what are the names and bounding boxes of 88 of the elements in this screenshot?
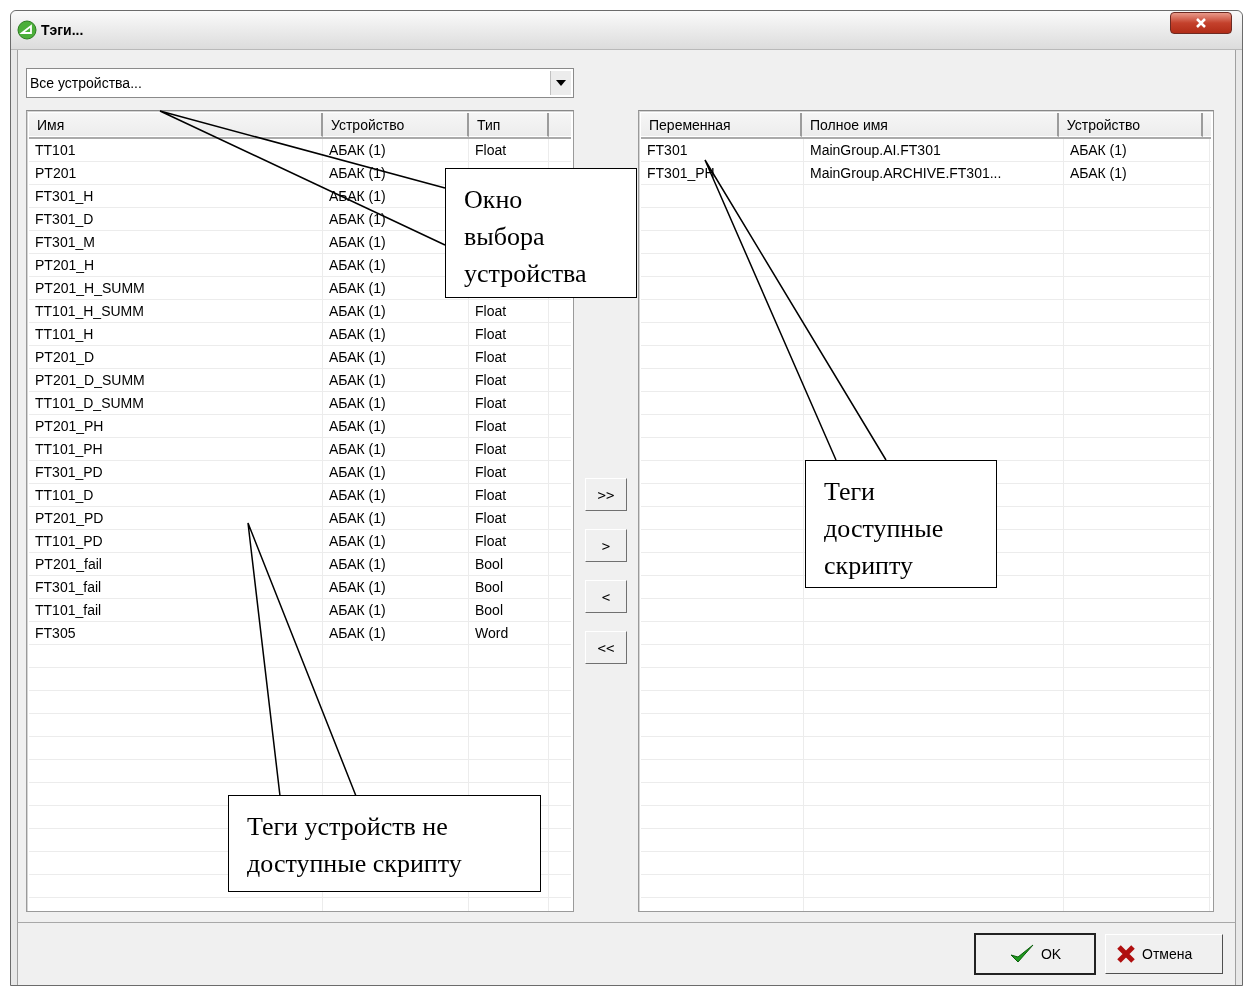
- column-header[interactable]: Полное имя: [802, 113, 1059, 137]
- table-cell: TT101_PH: [35, 441, 103, 457]
- table-cell: PT201_D: [35, 349, 95, 365]
- table-cell: Float: [475, 441, 507, 457]
- table-cell: TT101_D: [35, 487, 94, 503]
- table-cell: Float: [475, 326, 507, 342]
- table-cell: Float: [475, 395, 507, 411]
- window-title: Тэги...: [41, 22, 84, 38]
- table-cell: АБАК (1): [329, 395, 386, 411]
- table-cell: Float: [475, 142, 507, 158]
- table-cell: АБАК (1): [329, 533, 386, 549]
- column-header[interactable]: Имя: [29, 113, 323, 137]
- close-button[interactable]: [1170, 12, 1232, 34]
- ok-button[interactable]: OK: [975, 934, 1095, 974]
- column-header[interactable]: Переменная: [641, 113, 802, 137]
- table-cell: АБАК (1): [329, 303, 386, 319]
- table-cell: TT101: [35, 142, 76, 158]
- table-cell: FT301_fail: [35, 579, 102, 595]
- table-cell: TT101_PD: [35, 533, 103, 549]
- callout-note: Окно выбора устройства: [445, 168, 637, 298]
- column-header[interactable]: Устройство: [1058, 113, 1203, 137]
- table-cell: АБАК (1): [329, 510, 386, 526]
- table-cell: MainGroup.AI.FT301: [810, 142, 941, 158]
- table-cell: FT301_PD: [35, 464, 103, 480]
- table-cell: PT201_PD: [35, 510, 104, 526]
- table-cell: Float: [475, 349, 507, 365]
- column-header[interactable]: Устройство: [323, 113, 469, 137]
- transfer-button[interactable]: <: [585, 580, 627, 613]
- table-cell: TT101_H_SUMM: [35, 303, 144, 319]
- table-cell: АБАК (1): [1070, 165, 1127, 181]
- device-dropdown[interactable]: Все устройства...: [26, 68, 574, 98]
- table-cell: АБАК (1): [329, 257, 386, 273]
- dropdown-arrow-icon: [556, 80, 566, 86]
- table-cell: АБАК (1): [329, 418, 386, 434]
- table-cell: АБАК (1): [329, 556, 386, 572]
- table-cell: Float: [475, 487, 507, 503]
- header-filler: [1203, 113, 1211, 137]
- table-cell: TT101_H: [35, 326, 94, 342]
- table-cell: Word: [475, 625, 509, 641]
- table-cell: АБАК (1): [329, 372, 386, 388]
- table-cell: АБАК (1): [329, 280, 386, 296]
- table-cell: PT201_H: [35, 257, 95, 273]
- table-cell: Float: [475, 464, 507, 480]
- table-cell: Float: [475, 303, 507, 319]
- table-cell: Bool: [475, 556, 504, 572]
- app-icon: [17, 20, 37, 40]
- table-cell: АБАК (1): [329, 142, 386, 158]
- table-cell: АБАК (1): [329, 487, 386, 503]
- table-cell: АБАК (1): [329, 441, 386, 457]
- table-cell: PT201_H_SUMM: [35, 280, 145, 296]
- table-cell: TT101_D_SUMM: [35, 395, 144, 411]
- cancel-button[interactable]: Отмена: [1105, 934, 1223, 974]
- table-cell: PT201_D_SUMM: [35, 372, 145, 388]
- table-cell: АБАК (1): [1070, 142, 1127, 158]
- header-filler: [549, 113, 571, 137]
- table-cell: TT101_fail: [35, 602, 102, 618]
- table-cell: АБАК (1): [329, 579, 386, 595]
- transfer-button[interactable]: >>: [585, 478, 627, 511]
- table-cell: АБАК (1): [329, 234, 386, 250]
- table-cell: FT301_D: [35, 211, 94, 227]
- table-cell: PT201_PH: [35, 418, 104, 434]
- transfer-button[interactable]: >: [585, 529, 627, 562]
- table-cell: Float: [475, 510, 507, 526]
- table-cell: MainGroup.ARCHIVE.FT301...: [810, 165, 1002, 181]
- callout-note: Теги устройств не доступные скрипту: [228, 795, 541, 892]
- table-cell: Float: [475, 372, 507, 388]
- column-header[interactable]: Тип: [469, 113, 549, 137]
- checkmark-icon: [1008, 943, 1035, 965]
- table-cell: АБАК (1): [329, 602, 386, 618]
- table-cell: FT301: [647, 142, 688, 158]
- table-cell: FT301_M: [35, 234, 95, 250]
- table-cell: Float: [475, 533, 507, 549]
- table-cell: FT305: [35, 625, 76, 641]
- cross-icon: [1116, 944, 1136, 964]
- callout-note: Теги доступные скрипту: [805, 460, 997, 588]
- transfer-button[interactable]: <<: [585, 631, 627, 664]
- table-cell: АБАК (1): [329, 211, 386, 227]
- table-cell: Float: [475, 418, 507, 434]
- table-cell: Bool: [475, 602, 504, 618]
- close-icon: [1195, 17, 1207, 29]
- table-cell: АБАК (1): [329, 464, 386, 480]
- table-cell: АБАК (1): [329, 625, 386, 641]
- table-cell: АБАК (1): [329, 349, 386, 365]
- table-cell: PT201: [35, 165, 77, 181]
- table-cell: Bool: [475, 579, 504, 595]
- table-cell: АБАК (1): [329, 326, 386, 342]
- table-cell: PT201_fail: [35, 556, 102, 572]
- table-cell: FT301_H: [35, 188, 94, 204]
